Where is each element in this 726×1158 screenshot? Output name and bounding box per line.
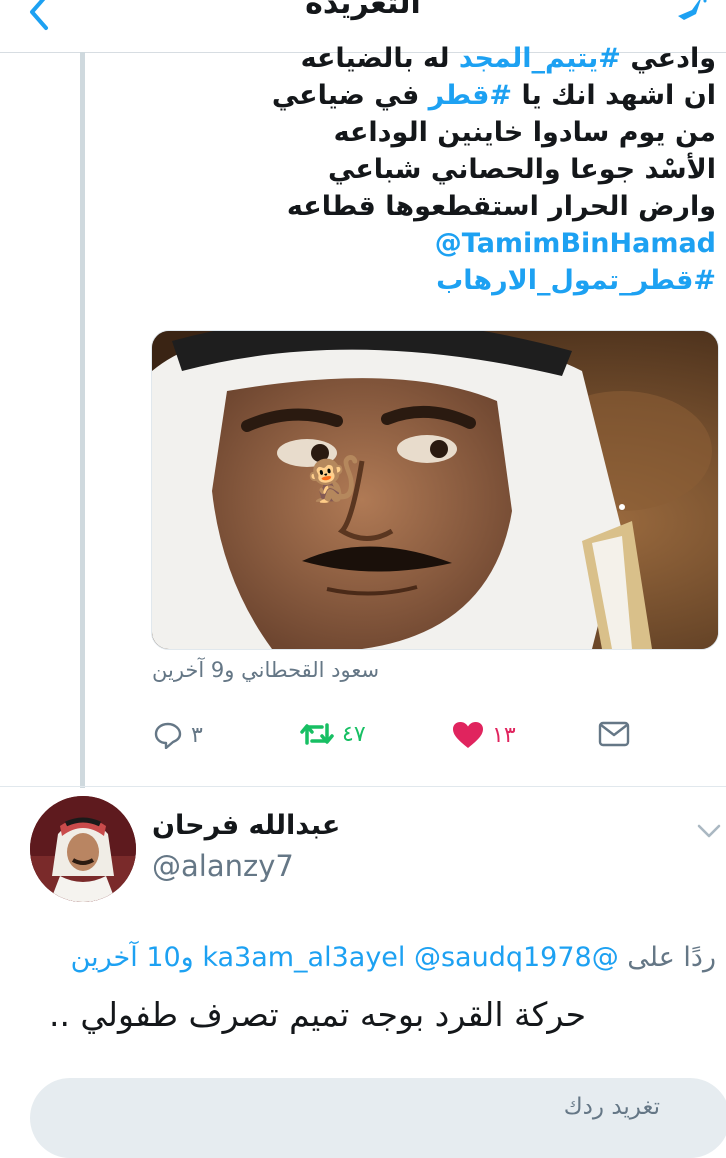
reply-user-handle[interactable]: @alanzy7 [152, 849, 294, 883]
hashtag-link[interactable]: #قطر [429, 80, 512, 111]
like-count: ١٣ [492, 722, 516, 748]
replying-handles[interactable]: @ka3am_al3ayel @saudq1978 [202, 942, 618, 973]
compose-icon [678, 0, 707, 20]
divider [0, 786, 726, 787]
tweet-text: وادعي #يتيم_المجد له بالضياعه ان اشهد ان… [106, 40, 716, 299]
tweet-line-1: وادعي #يتيم_المجد له بالضياعه [300, 43, 716, 74]
tweet-line-5: وارض الحرار استقطعوها قطاعه [286, 191, 716, 222]
replying-others[interactable]: و10 آخرين [71, 942, 194, 973]
reply-button[interactable]: ٣ [153, 721, 203, 749]
replying-label: ردًا على [627, 942, 716, 973]
hashtag-link-main[interactable]: #قطر_تمول_الارهاب [436, 265, 716, 296]
retweet-count: ٤٧ [342, 721, 366, 747]
tweet-photo[interactable] [151, 330, 719, 650]
like-button[interactable]: ١٣ [452, 721, 516, 749]
reply-count: ٣ [191, 722, 203, 748]
retweet-button[interactable]: ٤٧ [300, 721, 366, 747]
replying-to: ردًا على @ka3am_al3ayel @saudq1978 و10 آ… [71, 942, 716, 973]
retweet-icon [300, 723, 334, 745]
mention-link[interactable]: @TamimBinHamad [435, 228, 716, 259]
thread-connector [80, 52, 85, 788]
mail-icon [598, 721, 630, 747]
tweet-line-4: الأسْد جوعا والحصاني شباعي [328, 154, 716, 185]
tagged-people[interactable]: سعود القحطاني و9 آخرين [152, 658, 379, 682]
reply-placeholder: تغريد ردك [563, 1094, 660, 1120]
more-options-button[interactable] [696, 822, 722, 840]
heart-icon [453, 722, 483, 748]
chevron-down-icon [697, 824, 721, 838]
monkey-emoji-sticker: 🐒 [306, 454, 361, 505]
compose-button[interactable] [672, 0, 712, 30]
direct-message-button[interactable] [598, 721, 630, 747]
page-title: التغريدة [305, 0, 421, 21]
avatar[interactable] [30, 796, 136, 902]
reply-icon [154, 722, 182, 749]
hashtag-link[interactable]: #يتيم_المجد [459, 43, 621, 74]
tweet-line-2: ان اشهد انك يا #قطر في ضياعي [271, 80, 716, 111]
tweet-line-3: من يوم سادوا خاينين الوداعه [333, 117, 716, 148]
reply-text: حركة القرد بوجه تميم تصرف طفولي .. [48, 995, 586, 1034]
reply-input[interactable]: تغريد ردك [30, 1078, 726, 1158]
action-bar: ٣ ٤٧ ١٣ [0, 715, 726, 761]
reply-user-name[interactable]: عبدالله فرحان [152, 810, 340, 841]
